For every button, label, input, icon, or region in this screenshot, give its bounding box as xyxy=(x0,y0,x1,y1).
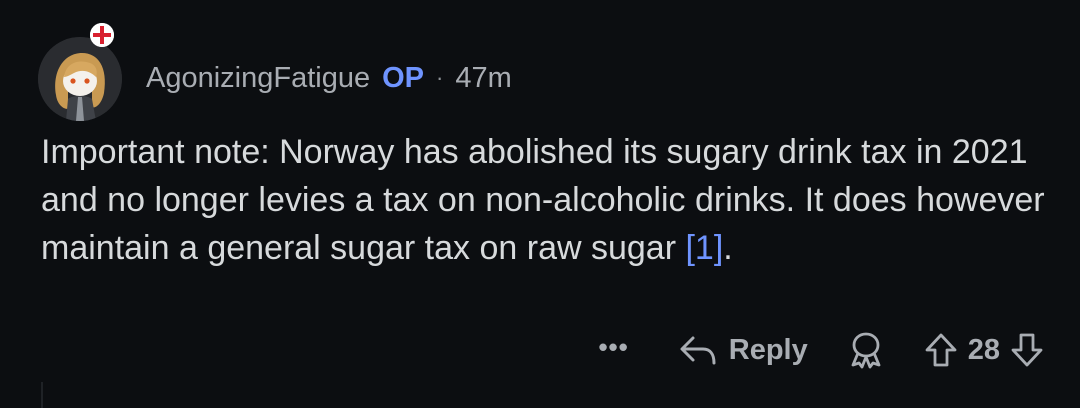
reference-link[interactable]: [1] xyxy=(685,229,723,267)
username-link[interactable]: AgonizingFatigue xyxy=(146,62,370,95)
award-button[interactable] xyxy=(848,331,884,369)
vote-score: 28 xyxy=(967,333,1000,366)
meta-separator: · xyxy=(436,65,444,90)
comment-meta: AgonizingFatigue OP · 47m xyxy=(146,62,512,95)
comment-text: Important note: Norway has abolished its… xyxy=(41,133,1045,267)
england-flag-icon xyxy=(90,23,114,47)
downvote-arrow-icon[interactable] xyxy=(1010,332,1044,368)
vote-controls: 28 xyxy=(924,332,1044,368)
comment-trailing-punct: . xyxy=(723,229,733,267)
upvote-arrow-icon[interactable] xyxy=(924,332,958,368)
reply-label: Reply xyxy=(728,333,808,366)
reply-button[interactable]: Reply xyxy=(679,334,808,367)
avatar-container[interactable] xyxy=(38,23,122,121)
award-icon xyxy=(851,332,881,369)
op-badge: OP xyxy=(382,61,425,94)
avatar[interactable] xyxy=(38,37,122,121)
reply-icon xyxy=(680,336,716,365)
flair-badge xyxy=(90,23,114,47)
comment-body: Important note: Norway has abolished its… xyxy=(41,128,1051,272)
comment-actions: ••• Reply 28 xyxy=(598,322,1044,378)
comment-header: AgonizingFatigue OP · 47m xyxy=(38,22,512,121)
more-options-button[interactable]: ••• xyxy=(598,332,628,363)
thread-line[interactable] xyxy=(41,382,43,408)
comment: AgonizingFatigue OP · 47m Important note… xyxy=(0,0,1080,408)
comment-timestamp: 47m xyxy=(455,61,512,94)
snoo-avatar-icon xyxy=(38,37,122,121)
